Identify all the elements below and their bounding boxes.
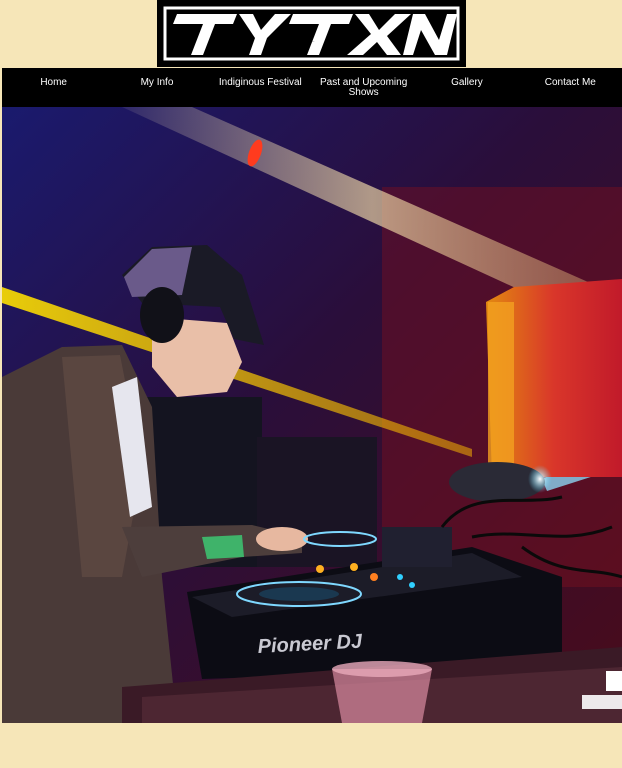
dj-performance-image: Pioneer DJ bbox=[2, 107, 622, 723]
main-nav: Home My Info Indiginous Festival Past an… bbox=[2, 68, 622, 107]
nav-contact-me[interactable]: Contact Me bbox=[519, 68, 622, 107]
logo-text: TYTXN bbox=[311, 41, 315, 43]
nav-past-upcoming-shows[interactable]: Past and Upcoming Shows bbox=[312, 68, 415, 107]
nav-my-info[interactable]: My Info bbox=[105, 68, 208, 107]
nav-gallery[interactable]: Gallery bbox=[415, 68, 518, 107]
nav-home[interactable]: Home bbox=[2, 68, 105, 107]
hero-photo: Pioneer DJ bbox=[2, 107, 622, 723]
logo-graphic: TYTXN bbox=[163, 6, 460, 61]
site-logo[interactable]: TYTXN bbox=[157, 0, 466, 67]
nav-indiginous-festival[interactable]: Indiginous Festival bbox=[209, 68, 312, 107]
